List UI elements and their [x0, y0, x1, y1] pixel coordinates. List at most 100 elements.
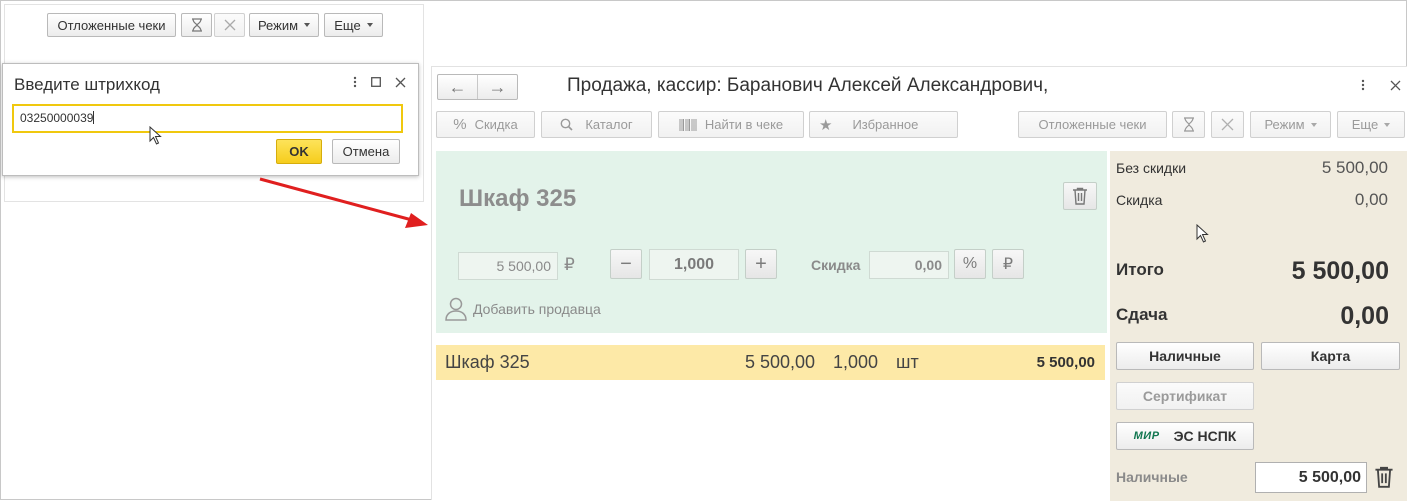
- mode-label: Режим: [257, 17, 299, 33]
- deferred-receipts-button[interactable]: Отложенные чеки: [47, 13, 176, 37]
- certificate-label: Сертификат: [1142, 388, 1228, 404]
- close-icon[interactable]: [395, 77, 406, 88]
- hourglass-button[interactable]: [1172, 111, 1205, 138]
- table-row[interactable]: Шкаф 325 5 500,00 1,000 шт 5 500,00: [436, 345, 1105, 380]
- ruble-discount-button[interactable]: ₽: [992, 249, 1024, 279]
- current-item-panel: Шкаф 325 5 500,00 ₽ − 1,000 + Скидка 0,0…: [436, 151, 1107, 333]
- trash-icon[interactable]: [1374, 466, 1394, 491]
- hourglass-button[interactable]: [181, 13, 212, 37]
- decrease-quantity-button[interactable]: −: [610, 249, 642, 279]
- cancel-x-button[interactable]: [214, 13, 245, 37]
- discount-total-value: 0,00: [1354, 190, 1388, 209]
- more-dropdown[interactable]: Еще: [324, 13, 383, 37]
- more-label: Еще: [1351, 117, 1379, 132]
- cash-button[interactable]: Наличные: [1116, 342, 1254, 370]
- mode-dropdown[interactable]: Режим: [1250, 111, 1331, 138]
- hourglass-icon: [191, 18, 203, 32]
- change-value: 0,00: [1340, 302, 1389, 330]
- cancel-button[interactable]: Отмена: [332, 139, 400, 164]
- item-discount-label: Скидка: [811, 257, 861, 273]
- close-icon: [1221, 118, 1234, 131]
- barcode-input[interactable]: 03250000039: [12, 104, 403, 133]
- chevron-down-icon: [1310, 122, 1317, 127]
- chevron-down-icon: [1384, 122, 1391, 127]
- mouse-cursor-icon: [1196, 224, 1209, 243]
- more-dropdown[interactable]: Еще: [1337, 111, 1405, 138]
- catalog-button-label: Каталог: [585, 117, 633, 132]
- ok-label: OK: [289, 144, 309, 159]
- no-discount-label: Без скидки: [1116, 160, 1187, 176]
- chevron-down-icon: [366, 23, 373, 27]
- percent-discount-button[interactable]: %: [954, 249, 986, 279]
- dialog-window-controls: [353, 76, 406, 88]
- more-vertical-icon[interactable]: [353, 76, 357, 88]
- discount-button-label: Скидка: [474, 117, 518, 132]
- row-price: 5 500,00: [745, 352, 816, 372]
- favorites-label: Избранное: [852, 117, 919, 132]
- find-in-receipt-label: Найти в чеке: [704, 117, 784, 132]
- discount-button[interactable]: % Скидка: [436, 111, 535, 138]
- mir-nspk-button[interactable]: МИР ЭС НСПК: [1116, 422, 1254, 450]
- find-in-receipt-button[interactable]: Найти в чеке: [658, 111, 804, 138]
- cash-amount-label: Наличные: [1116, 469, 1188, 485]
- maximize-icon[interactable]: [371, 77, 381, 87]
- row-unit: шт: [896, 352, 919, 372]
- certificate-button[interactable]: Сертификат: [1116, 382, 1254, 410]
- quantity-field[interactable]: 1,000: [649, 249, 739, 280]
- window-title: Продажа, кассир: Баранович Алексей Алекс…: [567, 75, 1049, 96]
- ok-button[interactable]: OK: [276, 139, 322, 164]
- cash-amount-input[interactable]: 5 500,00: [1255, 462, 1367, 493]
- total-value: 5 500,00: [1291, 257, 1389, 285]
- card-label: Карта: [1310, 348, 1351, 364]
- mode-dropdown[interactable]: Режим: [249, 13, 319, 37]
- price-field[interactable]: 5 500,00: [458, 252, 558, 280]
- mir-logo-icon: МИР: [1133, 430, 1160, 442]
- forward-arrow-icon[interactable]: →: [477, 75, 517, 99]
- card-button[interactable]: Карта: [1261, 342, 1400, 370]
- ruble-sign: ₽: [564, 255, 575, 274]
- ruble-icon: ₽: [1002, 256, 1014, 273]
- close-icon[interactable]: [1390, 79, 1401, 94]
- cash-amount-value: 5 500,00: [1298, 468, 1361, 486]
- cancel-label: Отмена: [342, 144, 390, 159]
- item-name: Шкаф 325: [459, 185, 577, 212]
- text-caret: [93, 111, 95, 124]
- cash-label: Наличные: [1149, 348, 1221, 364]
- add-seller-link[interactable]: Добавить продавца: [445, 297, 601, 321]
- favorites-button[interactable]: ★ Избранное: [809, 111, 958, 138]
- percent-icon: %: [453, 116, 467, 133]
- price-value: 5 500,00: [496, 258, 552, 274]
- star-icon: ★: [819, 116, 833, 134]
- barcode-icon: [679, 118, 697, 131]
- item-discount-value: 0,00: [914, 257, 942, 273]
- deferred-receipts-label: Отложенные чеки: [57, 17, 166, 33]
- total-label: Итого: [1116, 260, 1164, 279]
- more-vertical-icon[interactable]: [1361, 79, 1365, 94]
- person-icon: [445, 297, 467, 321]
- hourglass-icon: [1183, 117, 1195, 132]
- discount-total-label: Скидка: [1116, 192, 1163, 208]
- back-arrow-icon[interactable]: ←: [438, 75, 477, 99]
- deferred-receipts-button[interactable]: Отложенные чеки: [1018, 111, 1167, 138]
- barcode-dialog: Введите штрихкод 03250000039 OK Отмена: [2, 63, 419, 176]
- catalog-button[interactable]: Каталог: [541, 111, 652, 138]
- percent-icon: %: [962, 255, 978, 272]
- nspk-label: ЭС НСПК: [1173, 428, 1237, 444]
- delete-item-button[interactable]: [1063, 182, 1097, 210]
- chevron-down-icon: [304, 23, 311, 27]
- close-icon: [224, 19, 236, 31]
- cancel-x-button[interactable]: [1211, 111, 1244, 138]
- increase-quantity-button[interactable]: +: [745, 249, 777, 279]
- plus-icon: +: [755, 252, 767, 275]
- search-icon: [560, 118, 573, 131]
- more-label: Еще: [334, 17, 361, 33]
- mode-label: Режим: [1264, 117, 1305, 132]
- trash-icon: [1072, 187, 1088, 205]
- sale-window: ← → Продажа, кассир: Баранович Алексей А…: [431, 66, 1407, 501]
- row-sum: 5 500,00: [1036, 354, 1095, 371]
- quantity-value: 1,000: [673, 255, 715, 273]
- no-discount-value: 5 500,00: [1321, 158, 1388, 177]
- item-discount-field[interactable]: 0,00: [869, 251, 949, 279]
- navigation-buttons: ← →: [437, 74, 518, 100]
- minus-icon: −: [620, 252, 632, 275]
